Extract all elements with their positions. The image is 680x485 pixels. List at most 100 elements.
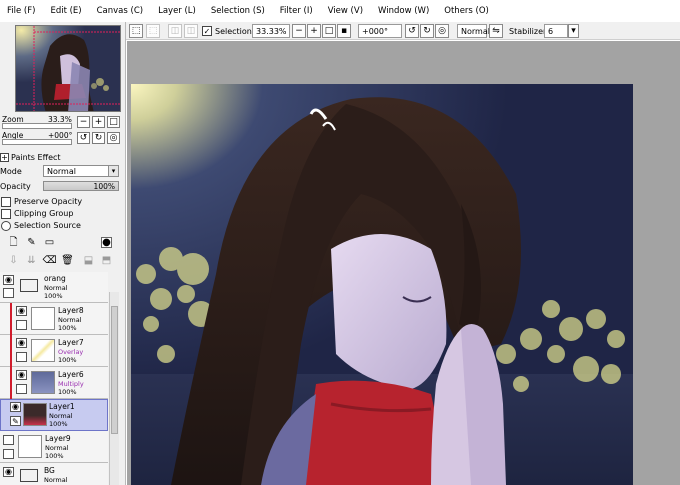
hide-selection-icon[interactable]: ◫ <box>184 24 198 38</box>
chevron-down-icon: ▾ <box>108 166 118 176</box>
zoom-field[interactable]: 33.33% <box>252 24 290 38</box>
visibility-eye-icon[interactable]: ◉ <box>3 467 14 477</box>
selection-checkbox[interactable]: ✓ <box>202 26 212 36</box>
preserve-opacity-label: Preserve Opacity <box>14 197 83 206</box>
layer-mask-icon[interactable]: ● <box>101 237 112 248</box>
stabilizer-label: Stabilizer <box>509 26 547 36</box>
rotate-left-icon[interactable]: ↺ <box>77 132 90 144</box>
zoom-out-icon[interactable]: − <box>77 116 90 128</box>
clipping-group-row[interactable]: Clipping Group <box>0 208 126 219</box>
new-layer-icon[interactable]: 🗋 <box>8 237 19 248</box>
invert-selection-icon[interactable]: ⬚ <box>146 24 160 38</box>
visibility-eye-icon[interactable]: ◉ <box>16 306 27 316</box>
menu-bar: File (F) Edit (E) Canvas (C) Layer (L) S… <box>0 0 680 22</box>
chevron-down-icon[interactable]: ▾ <box>568 24 579 38</box>
selection-source-row[interactable]: Selection Source <box>0 220 126 231</box>
clipping-group-label: Clipping Group <box>14 209 74 218</box>
layer-row-layer1[interactable]: ◉ ✎ Layer1 Normal 100% <box>0 399 108 431</box>
show-selection-icon[interactable]: ◫ <box>168 24 182 38</box>
navigator-thumbnail <box>16 26 120 111</box>
left-panel: Zoom 33.3% − + □ Angle +000° ↺ ↻ ◎ + Pai… <box>0 22 126 485</box>
canvas-area[interactable] <box>127 41 680 485</box>
layer-thumbnail <box>31 371 55 394</box>
toolbar: ⬚ ⬚ ◫ ◫ ✓ Selection 33.33% − + □ ▪ +000°… <box>126 22 680 40</box>
canvas-artwork[interactable] <box>131 84 633 485</box>
menu-edit[interactable]: Edit (E) <box>50 6 81 16</box>
layer-row-orang[interactable]: ◉ orang Normal 100% <box>0 272 108 303</box>
menu-others[interactable]: Others (O) <box>444 6 489 16</box>
preserve-opacity-row[interactable]: Preserve Opacity <box>0 196 126 207</box>
zoom-in-icon[interactable]: + <box>307 24 321 38</box>
visibility-eye-icon[interactable] <box>3 435 14 445</box>
menu-selection[interactable]: Selection (S) <box>211 6 265 16</box>
stabilizer-field[interactable]: 6 <box>544 24 568 38</box>
menu-window[interactable]: Window (W) <box>378 6 429 16</box>
zoom-fit-icon[interactable]: ▪ <box>337 24 351 38</box>
rotate-right-icon[interactable]: ↻ <box>420 24 434 38</box>
merge-down-icon[interactable]: ⇊ <box>26 255 37 266</box>
zoom-slider[interactable] <box>2 123 72 129</box>
delete-layer-icon[interactable]: 🗑 <box>61 255 74 266</box>
mask-off-icon[interactable]: ⬒ <box>101 255 112 266</box>
layer-row-layer8[interactable]: ◉ Layer8 Normal 100% <box>0 303 108 335</box>
clipping-marker <box>10 335 12 367</box>
new-linework-layer-icon[interactable]: ✎ <box>26 237 37 248</box>
rotate-left-icon[interactable]: ↺ <box>405 24 419 38</box>
visibility-eye-icon[interactable]: ◉ <box>16 370 27 380</box>
navigator-preview[interactable] <box>15 25 121 112</box>
layer-row-bg[interactable]: ◉ BG Normal <box>0 463 108 485</box>
preserve-opacity-checkbox[interactable] <box>1 196 11 207</box>
selection-source-radio[interactable] <box>1 220 11 231</box>
paints-effect-header[interactable]: + Paints Effect <box>0 151 126 163</box>
angle-slider[interactable] <box>2 139 72 145</box>
layer-lock-toggle[interactable] <box>16 384 27 394</box>
brush-icon[interactable]: ✎ <box>10 416 21 426</box>
layer-mode: Normal <box>44 476 68 484</box>
mode-label: Mode <box>0 167 22 176</box>
layer-lock-toggle[interactable] <box>16 320 27 330</box>
layer-opacity: 100% <box>58 356 77 364</box>
menu-canvas[interactable]: Canvas (C) <box>97 6 143 16</box>
zoom-reset-icon[interactable]: □ <box>322 24 336 38</box>
layer-thumbnail <box>31 307 55 330</box>
visibility-eye-icon[interactable]: ◉ <box>10 402 21 412</box>
deselect-icon[interactable]: ⬚ <box>129 24 143 38</box>
rotate-reset-icon[interactable]: ◎ <box>107 132 120 144</box>
scrollbar-thumb[interactable] <box>111 306 118 434</box>
layer-row-layer9[interactable]: Layer9 Normal 100% <box>0 431 108 463</box>
layer-list: ◉ orang Normal 100% ◉ Layer8 Normal 100% <box>0 272 108 485</box>
visibility-eye-icon[interactable]: ◉ <box>16 338 27 348</box>
flip-view-icon[interactable]: ⇋ <box>489 24 503 38</box>
rotate-right-icon[interactable]: ↻ <box>92 132 105 144</box>
apply-mask-icon[interactable]: ⬓ <box>83 255 94 266</box>
blend-mode-field[interactable]: Normal <box>457 24 490 38</box>
layer-lock-toggle[interactable] <box>3 449 14 459</box>
opacity-label: Opacity <box>0 182 31 191</box>
angle-field[interactable]: +000° <box>358 24 402 38</box>
layer-lock-toggle[interactable] <box>3 288 14 298</box>
visibility-eye-icon[interactable]: ◉ <box>3 275 14 285</box>
mode-select[interactable]: Normal ▾ <box>43 165 119 177</box>
zoom-out-icon[interactable]: − <box>292 24 306 38</box>
layer-mode: Multiply <box>58 380 84 388</box>
zoom-in-icon[interactable]: + <box>92 116 105 128</box>
menu-file[interactable]: File (F) <box>7 6 35 16</box>
clipping-group-checkbox[interactable] <box>1 208 11 219</box>
zoom-reset-icon[interactable]: □ <box>107 116 120 128</box>
menu-filter[interactable]: Filter (I) <box>280 6 313 16</box>
new-folder-icon[interactable]: ▭ <box>44 237 55 248</box>
layer-name: Layer9 <box>45 434 71 443</box>
clear-layer-icon[interactable]: ⌫ <box>42 255 56 266</box>
layer-lock-toggle[interactable] <box>16 352 27 362</box>
opacity-slider[interactable]: 100% <box>43 181 119 191</box>
menu-layer[interactable]: Layer (L) <box>158 6 196 16</box>
layer-name: Layer1 <box>49 402 75 411</box>
layer-name: Layer8 <box>58 306 84 315</box>
selection-label: Selection <box>215 26 252 36</box>
menu-view[interactable]: View (V) <box>328 6 363 16</box>
rotate-reset-icon[interactable]: ◎ <box>435 24 449 38</box>
layer-row-layer7[interactable]: ◉ Layer7 Overlay 100% <box>0 335 108 367</box>
transfer-down-icon[interactable]: ⇩ <box>8 255 19 266</box>
layer-row-layer6[interactable]: ◉ Layer6 Multiply 100% <box>0 367 108 399</box>
layer-list-scrollbar[interactable] <box>109 292 119 485</box>
